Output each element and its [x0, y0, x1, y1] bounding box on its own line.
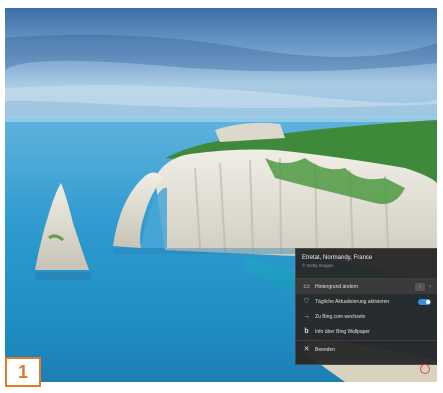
desktop-screen: Étretat, Normandy, France © Getty Images… [5, 8, 437, 382]
arrow-right-icon: → [303, 313, 310, 320]
menu-divider [296, 340, 437, 341]
menu-item-go-to-bing[interactable]: → Zu Bing.com wechseln [296, 309, 437, 324]
menu-item-label: Tägliche Aktualisierung aktivieren [315, 298, 390, 305]
menu-item-change-background[interactable]: ▭ Hintergrund ändern › › [296, 279, 437, 294]
location-header: Étretat, Normandy, France © Getty Images [296, 249, 437, 279]
heart-icon: ♡ [303, 298, 310, 305]
step-number-badge: 1 [5, 357, 41, 387]
menu-item-exit[interactable]: ✕ Beenden [296, 342, 437, 357]
location-title: Étretat, Normandy, France [302, 255, 373, 261]
location-subtitle: © Getty Images [302, 263, 334, 268]
close-icon: ✕ [303, 346, 310, 353]
change-background-button[interactable]: › [415, 282, 425, 291]
bing-wallpaper-context-menu: Étretat, Normandy, France © Getty Images… [295, 248, 437, 365]
image-icon: ▭ [303, 283, 310, 290]
menu-item-daily-refresh[interactable]: ♡ Tägliche Aktualisierung aktivieren [296, 294, 437, 309]
menu-item-about[interactable]: b Info über Bing Wallpaper [296, 324, 437, 339]
chevron-right-icon[interactable]: › [429, 284, 431, 290]
menu-item-label: Beenden [315, 346, 336, 353]
menu-item-label: Hintergrund ändern [315, 283, 359, 290]
menu-item-label: Info über Bing Wallpaper [315, 328, 370, 335]
tray-status-icon[interactable] [420, 364, 430, 374]
bing-icon: b [304, 328, 309, 335]
menu-item-label: Zu Bing.com wechseln [315, 313, 366, 320]
daily-refresh-toggle[interactable] [418, 298, 431, 305]
